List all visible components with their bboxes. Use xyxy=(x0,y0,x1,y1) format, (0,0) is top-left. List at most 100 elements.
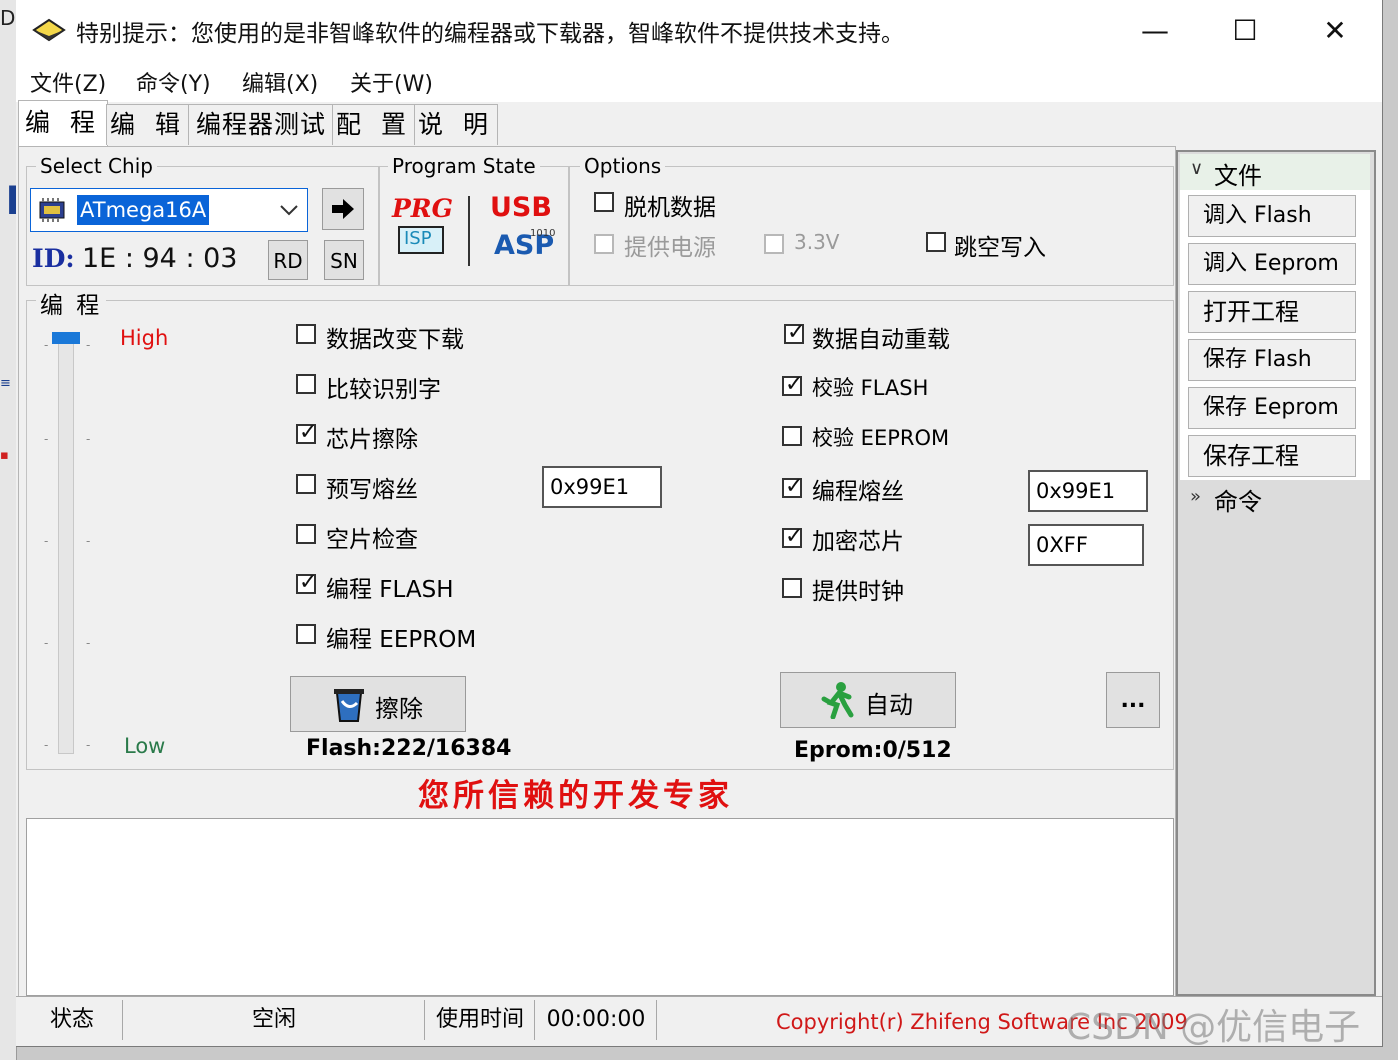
more-options-button[interactable]: ... xyxy=(1106,672,1160,728)
sidebar-command-header-label: 命令 xyxy=(1214,488,1262,516)
menu-command[interactable]: 命令(Y) xyxy=(136,66,211,98)
open-project-button[interactable]: 打开工程 xyxy=(1188,291,1356,333)
sn-button[interactable]: SN xyxy=(324,240,364,280)
erase-button[interactable]: 擦除 xyxy=(290,676,466,732)
speed-high-label: High xyxy=(120,326,169,350)
options-label: Options xyxy=(580,154,666,178)
supply-power-label: 提供电源 xyxy=(624,235,716,261)
chip-select[interactable]: ATmega16A xyxy=(30,188,308,232)
main-window: 特别提示：您使用的是非智峰软件的编程器或下载器，智峰软件不提供技术支持。 — ☐… xyxy=(16,0,1383,1047)
skip-blank-checkbox[interactable] xyxy=(926,232,946,252)
status-state-label: 状态 xyxy=(22,1000,123,1040)
lock-chip-checkbox[interactable] xyxy=(782,524,803,549)
erase-button-label: 擦除 xyxy=(375,695,423,723)
log-area[interactable] xyxy=(26,818,1174,996)
auto-button-label: 自动 xyxy=(865,691,913,719)
slider-ticks: - - - - - - - - - - xyxy=(44,338,91,752)
prewrite-fuse-checkbox[interactable] xyxy=(296,474,316,494)
blank-check-checkbox[interactable] xyxy=(296,524,316,544)
background-app-strip: D ▐ ≡ ▪ xyxy=(0,0,18,1060)
lock-chip-label: 加密芯片 xyxy=(812,529,904,555)
program-fuse-label: 编程熔丝 xyxy=(812,479,904,505)
app-diamond-icon xyxy=(32,18,66,42)
prg-indicator: PRG xyxy=(392,194,453,223)
chip-selected-value: ATmega16A xyxy=(77,195,210,225)
maximize-button[interactable]: ☐ xyxy=(1200,0,1290,62)
blank-check-label: 空片检查 xyxy=(326,527,418,553)
program-flash-label: 编程 FLASH xyxy=(326,577,454,603)
options-group xyxy=(568,166,1174,286)
state-divider xyxy=(468,196,470,266)
chevron-right-icon: » xyxy=(1190,486,1202,507)
offline-data-checkbox[interactable] xyxy=(594,192,614,212)
trash-icon xyxy=(334,689,364,722)
arrow-right-icon xyxy=(332,199,354,219)
program-flash-checkbox[interactable] xyxy=(296,570,317,595)
auto-reload-label: 数据自动重载 xyxy=(812,327,950,353)
isp-text: ISP xyxy=(404,228,432,249)
program-group xyxy=(26,300,1174,770)
tab-help[interactable]: 说 明 xyxy=(414,104,498,145)
watermark-text: CSDN @优信电子 xyxy=(1066,1007,1361,1048)
status-time-value: 00:00:00 xyxy=(536,1000,657,1040)
supply-power-checkbox[interactable] xyxy=(594,234,614,254)
tab-edit[interactable]: 编 辑 xyxy=(106,104,190,145)
v33-label: 3.3V xyxy=(794,230,840,254)
auto-reload-checkbox[interactable] xyxy=(784,320,805,345)
bg-fragment: ▪ xyxy=(0,448,9,463)
chip-erase-checkbox[interactable] xyxy=(296,420,317,445)
tab-program[interactable]: 编 程 xyxy=(18,100,108,147)
supply-clock-checkbox[interactable] xyxy=(782,578,802,598)
menu-file[interactable]: 文件(Z) xyxy=(30,66,106,98)
speed-slider-track[interactable] xyxy=(58,336,74,754)
sidebar-file-header[interactable]: ∨ 文件 xyxy=(1180,154,1370,190)
title-bar: 特别提示：您使用的是非智峰软件的编程器或下载器，智峰软件不提供技术支持。 — ☐… xyxy=(16,0,1382,62)
status-time-label: 使用时间 xyxy=(426,1000,535,1040)
save-flash-button[interactable]: 保存 Flash xyxy=(1188,339,1356,381)
fuse-input[interactable]: 0x99E1 xyxy=(1028,470,1148,512)
status-state-value: 空闲 xyxy=(124,1000,425,1040)
prewrite-fuse-label: 预写熔丝 xyxy=(326,477,418,503)
sidebar-file-header-label: 文件 xyxy=(1214,162,1262,190)
chevron-down-icon: ∨ xyxy=(1190,158,1204,179)
chip-erase-label: 芯片擦除 xyxy=(326,427,418,453)
id-label: ID: xyxy=(32,244,75,273)
tab-config[interactable]: 配 置 xyxy=(332,104,416,145)
sidebar-command-header[interactable]: » 命令 xyxy=(1180,480,1370,516)
chevron-down-icon xyxy=(280,205,298,216)
menu-edit[interactable]: 编辑(X) xyxy=(242,66,318,98)
speed-low-label: Low xyxy=(124,734,166,758)
program-fuse-checkbox[interactable] xyxy=(782,474,803,499)
prewrite-fuse-input[interactable]: 0x99E1 xyxy=(542,466,662,508)
verify-eeprom-checkbox[interactable] xyxy=(782,426,802,446)
v33-checkbox[interactable] xyxy=(764,234,784,254)
lock-bits-input[interactable]: 0XFF xyxy=(1028,524,1144,566)
compare-signature-label: 比较识别字 xyxy=(326,377,441,403)
program-eeprom-checkbox[interactable] xyxy=(296,624,316,644)
tab-programmer-test[interactable]: 编程器测试 xyxy=(188,104,334,145)
minimize-button[interactable]: — xyxy=(1110,0,1200,62)
auto-button[interactable]: 自动 xyxy=(780,672,956,728)
menu-bar: 文件(Z) 命令(Y) 编辑(X) 关于(W) xyxy=(16,62,1382,102)
close-button[interactable]: ✕ xyxy=(1290,0,1380,62)
load-flash-button[interactable]: 调入 Flash xyxy=(1188,195,1356,237)
verify-flash-label: 校验 FLASH xyxy=(812,376,929,400)
verify-eeprom-label: 校验 EEPROM xyxy=(812,426,950,450)
program-state-label: Program State xyxy=(388,154,540,178)
window-title: 特别提示：您使用的是非智峰软件的编程器或下载器，智峰软件不提供技术支持。 xyxy=(76,21,904,47)
download-on-change-checkbox[interactable] xyxy=(296,324,316,344)
slogan-text: 您所信赖的开发专家 xyxy=(418,778,733,814)
rd-button[interactable]: RD xyxy=(268,240,308,280)
verify-flash-checkbox[interactable] xyxy=(782,372,803,397)
chip-id-value: 1E : 94 : 03 xyxy=(82,243,238,274)
save-eeprom-button[interactable]: 保存 Eeprom xyxy=(1188,387,1356,429)
go-arrow-button[interactable] xyxy=(322,188,364,230)
download-on-change-label: 数据改变下载 xyxy=(326,327,464,353)
menu-about[interactable]: 关于(W) xyxy=(350,66,433,98)
compare-signature-checkbox[interactable] xyxy=(296,374,316,394)
program-eeprom-label: 编程 EEPROM xyxy=(326,627,477,653)
supply-clock-label: 提供时钟 xyxy=(812,579,904,605)
save-project-button[interactable]: 保存工程 xyxy=(1188,435,1356,477)
speed-slider-thumb[interactable] xyxy=(52,332,80,344)
load-eeprom-button[interactable]: 调入 Eeprom xyxy=(1188,243,1356,285)
